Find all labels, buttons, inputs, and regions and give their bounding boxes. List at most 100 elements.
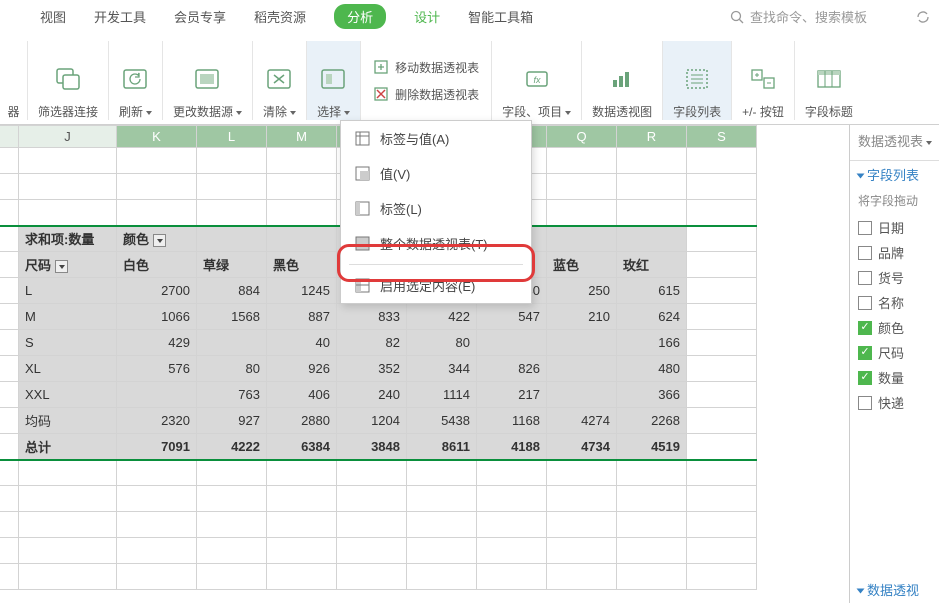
field-checkbox[interactable] bbox=[858, 221, 872, 235]
sync-icon[interactable] bbox=[915, 9, 931, 25]
column-header[interactable]: K bbox=[117, 126, 197, 148]
pivot-row-label: XL bbox=[19, 356, 117, 382]
refresh-icon bbox=[120, 63, 152, 95]
field-checkbox[interactable] bbox=[858, 396, 872, 410]
field-checkbox[interactable] bbox=[858, 371, 872, 385]
enable-selection-icon bbox=[355, 278, 370, 293]
field-checkbox[interactable] bbox=[858, 296, 872, 310]
pivot-col-header: 黑色 bbox=[267, 252, 337, 278]
column-header[interactable]: J bbox=[19, 126, 117, 148]
dd-values[interactable]: 值(V) bbox=[341, 156, 531, 191]
pivot-color-label[interactable]: 颜色 bbox=[117, 226, 197, 252]
menu-member[interactable]: 会员专享 bbox=[174, 7, 226, 26]
column-header[interactable]: R bbox=[617, 126, 687, 148]
ribbon-slicer[interactable]: 器 bbox=[0, 41, 28, 120]
command-search[interactable]: 查找命令、搜索模板 bbox=[730, 7, 867, 26]
pivot-data-cell: 5438 bbox=[407, 408, 477, 434]
pivot-data-cell: 576 bbox=[117, 356, 197, 382]
field-label: 品牌 bbox=[878, 243, 904, 262]
ribbon-plus-minus[interactable]: +/- 按钮 bbox=[732, 41, 795, 120]
field-label: 日期 bbox=[878, 218, 904, 237]
move-pivot-icon bbox=[373, 59, 389, 75]
ribbon-fields-items[interactable]: fx 字段、项目 bbox=[492, 41, 582, 120]
field-checkbox[interactable] bbox=[858, 246, 872, 260]
menu-view[interactable]: 视图 bbox=[40, 7, 66, 26]
pivot-total-cell: 8611 bbox=[407, 434, 477, 460]
field-row[interactable]: 数量 bbox=[858, 365, 939, 390]
pivot-total-cell: 4222 bbox=[197, 434, 267, 460]
field-list-icon bbox=[681, 63, 713, 95]
field-label: 颜色 bbox=[878, 318, 904, 337]
field-row[interactable]: 颜色 bbox=[858, 315, 939, 340]
pivot-row-label: L bbox=[19, 278, 117, 304]
pivot-data-cell: 1114 bbox=[407, 382, 477, 408]
field-row[interactable]: 日期 bbox=[858, 215, 939, 240]
pivot-data-cell: 2320 bbox=[117, 408, 197, 434]
field-row[interactable]: 货号 bbox=[858, 265, 939, 290]
field-row[interactable]: 快递 bbox=[858, 390, 939, 415]
main-menu: 视图 开发工具 会员专享 稻壳资源 分析 设计 智能工具箱 查找命令、搜索模板 bbox=[0, 0, 939, 33]
field-row[interactable]: 名称 bbox=[858, 290, 939, 315]
pivot-measure-label: 求和项:数量 bbox=[19, 226, 117, 252]
filter-dropdown-icon[interactable] bbox=[153, 234, 166, 247]
pivot-data-cell: 826 bbox=[477, 356, 547, 382]
select-dropdown: 标签与值(A) 值(V) 标签(L) 整个数据透视表(T) 启用选定内容(E) bbox=[340, 120, 532, 304]
pivot-data-cell: 80 bbox=[197, 356, 267, 382]
ribbon-field-list[interactable]: 字段列表 bbox=[663, 41, 732, 120]
panel-areas-title[interactable]: 数据透视 bbox=[858, 576, 939, 603]
field-label: 名称 bbox=[878, 293, 904, 312]
pivot-data-cell: 80 bbox=[407, 330, 477, 356]
dd-labels[interactable]: 标签(L) bbox=[341, 191, 531, 226]
dd-enable-selection[interactable]: 启用选定内容(E) bbox=[341, 268, 531, 303]
column-header[interactable]: S bbox=[687, 126, 757, 148]
pivot-total-cell: 4734 bbox=[547, 434, 617, 460]
search-placeholder: 查找命令、搜索模板 bbox=[750, 7, 867, 26]
pivot-data-cell bbox=[117, 382, 197, 408]
fields-items-icon: fx bbox=[521, 63, 553, 95]
menu-design[interactable]: 设计 bbox=[414, 7, 440, 26]
menu-docer[interactable]: 稻壳资源 bbox=[254, 7, 306, 26]
ribbon-move-pivot[interactable]: 移动数据透视表 bbox=[373, 59, 479, 76]
pivot-total-cell: 4188 bbox=[477, 434, 547, 460]
pivot-total-cell: 4519 bbox=[617, 434, 687, 460]
field-row[interactable]: 尺码 bbox=[858, 340, 939, 365]
table-all-icon bbox=[355, 236, 370, 251]
menu-tools[interactable]: 智能工具箱 bbox=[468, 7, 533, 26]
filter-dropdown-icon[interactable] bbox=[55, 260, 68, 273]
menu-analyze[interactable]: 分析 bbox=[334, 4, 386, 29]
column-header[interactable]: M bbox=[267, 126, 337, 148]
pivot-panel: 数据透视表 字段列表 将字段拖动 日期品牌货号名称颜色尺码数量快递 数据透视 bbox=[849, 125, 939, 603]
select-icon bbox=[318, 63, 350, 95]
dd-entire[interactable]: 整个数据透视表(T) bbox=[341, 226, 531, 261]
ribbon-field-header[interactable]: 字段标题 bbox=[795, 41, 863, 120]
column-header[interactable]: Q bbox=[547, 126, 617, 148]
ribbon-clear[interactable]: 清除 bbox=[253, 41, 307, 120]
ribbon-pivot-chart[interactable]: 数据透视图 bbox=[582, 41, 663, 120]
pivot-data-cell: 344 bbox=[407, 356, 477, 382]
ribbon-change-source[interactable]: 更改数据源 bbox=[163, 41, 253, 120]
ribbon-pivot-ops: 移动数据透视表 删除数据透视表 bbox=[361, 41, 492, 120]
ribbon-refresh[interactable]: 刷新 bbox=[109, 41, 163, 120]
pivot-col-header: 蓝色 bbox=[547, 252, 617, 278]
field-checkbox[interactable] bbox=[858, 271, 872, 285]
pivot-data-cell: 1066 bbox=[117, 304, 197, 330]
pivot-size-label[interactable]: 尺码 bbox=[19, 252, 117, 278]
field-checkbox[interactable] bbox=[858, 321, 872, 335]
field-checkbox[interactable] bbox=[858, 346, 872, 360]
menu-dev[interactable]: 开发工具 bbox=[94, 7, 146, 26]
pivot-data-cell bbox=[547, 382, 617, 408]
field-row[interactable]: 品牌 bbox=[858, 240, 939, 265]
column-header[interactable]: L bbox=[197, 126, 267, 148]
ribbon-delete-pivot[interactable]: 删除数据透视表 bbox=[373, 86, 479, 103]
field-header-icon bbox=[813, 63, 845, 95]
pivot-row-label: S bbox=[19, 330, 117, 356]
ribbon-select[interactable]: 选择 bbox=[307, 41, 361, 120]
pivot-data-cell: 615 bbox=[617, 278, 687, 304]
ribbon-filter-conn[interactable]: 筛选器连接 bbox=[28, 41, 109, 120]
dd-labels-values[interactable]: 标签与值(A) bbox=[341, 121, 531, 156]
panel-title[interactable]: 数据透视表 bbox=[858, 131, 939, 156]
delete-pivot-icon bbox=[373, 86, 389, 102]
panel-field-list-title[interactable]: 字段列表 bbox=[858, 161, 939, 188]
table-cells-icon bbox=[355, 131, 370, 146]
pivot-data-cell: 887 bbox=[267, 304, 337, 330]
